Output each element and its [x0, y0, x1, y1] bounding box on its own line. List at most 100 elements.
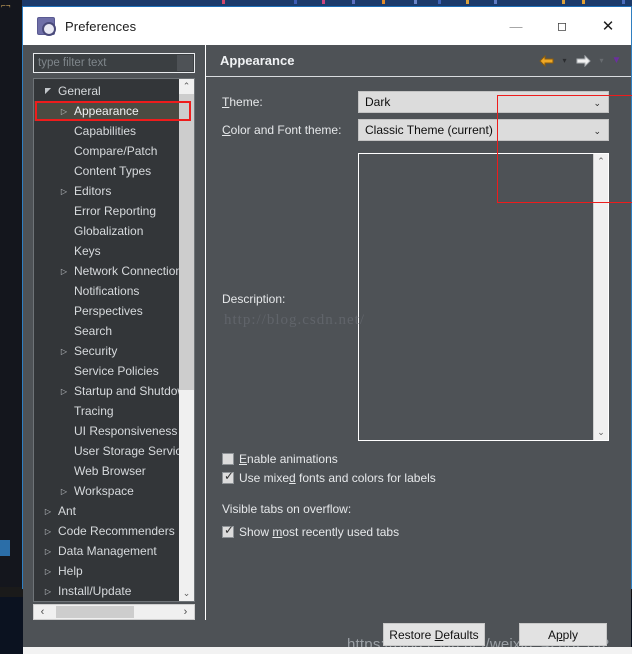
tree-vertical-scrollbar[interactable]: ⌃ ⌄	[179, 79, 194, 601]
expand-arrow-closed-icon[interactable]: ▷	[56, 387, 72, 396]
background-tab-marker	[382, 0, 385, 4]
chevron-down-icon[interactable]: ⌄	[593, 92, 601, 114]
expand-arrow-closed-icon[interactable]: ▷	[40, 527, 56, 536]
watermark-middle: http://blog.csdn.net/	[224, 312, 365, 328]
sidebar-item-workspace[interactable]: ▷ Workspace	[34, 481, 179, 501]
overflow-section-label: Visible tabs on overflow:	[222, 502, 352, 516]
sidebar-item-install-update[interactable]: ▷ Install/Update	[34, 581, 179, 601]
close-icon[interactable]: ✕	[585, 7, 631, 45]
background-tab-marker	[352, 0, 355, 4]
description-vertical-scrollbar[interactable]: ⌃ ⌄	[593, 154, 608, 440]
sidebar-item-label: Globalization	[74, 224, 144, 238]
expand-arrow-closed-icon[interactable]: ▷	[40, 547, 56, 556]
scroll-up-icon[interactable]: ⌃	[594, 154, 608, 169]
sidebar-item-label: UI Responsiveness Monitoring	[74, 424, 179, 438]
chevron-down-icon[interactable]: ⌄	[593, 120, 601, 142]
theme-select-value: Dark	[365, 95, 391, 109]
expand-arrow-closed-icon[interactable]: ▷	[56, 487, 72, 496]
sidebar-item-service-policies[interactable]: Service Policies	[34, 361, 179, 381]
sidebar-item-security[interactable]: ▷ Security	[34, 341, 179, 361]
sidebar-item-content-types[interactable]: Content Types	[34, 161, 179, 181]
minimize-button[interactable]: —	[493, 7, 539, 45]
view-menu-icon[interactable]: ▼	[610, 51, 623, 71]
sidebar-item-help[interactable]: ▷ Help	[34, 561, 179, 581]
use-mixed-fonts-checkbox[interactable]	[222, 469, 235, 484]
scroll-down-icon[interactable]: ⌄	[594, 425, 608, 440]
arrow-right-icon[interactable]	[573, 51, 593, 71]
sidebar-item-data-management[interactable]: ▷ Data Management	[34, 541, 179, 561]
sidebar-item-network-connections[interactable]: ▷ Network Connections	[34, 261, 179, 281]
sidebar-item-label: Editors	[74, 184, 112, 198]
background-tab-marker	[562, 0, 565, 4]
expand-arrow-closed-icon[interactable]: ▷	[40, 567, 56, 576]
sidebar-item-label: User Storage Service	[74, 444, 179, 458]
clear-filter-icon[interactable]	[177, 55, 193, 71]
sidebar-item-label: Compare/Patch	[74, 144, 158, 158]
forward-history-caret-icon[interactable]: ▾	[595, 51, 608, 71]
show-mru-tabs-row[interactable]: Show most recently used tabs	[222, 522, 632, 541]
preferences-tree[interactable]: ◢ General ▷ Appearance Capabilities Compare/P…	[33, 78, 195, 602]
restore-defaults-button[interactable]: Restore Defaults	[383, 623, 485, 646]
theme-description-content	[359, 154, 593, 440]
expand-arrow-closed-icon[interactable]: ▷	[56, 347, 72, 356]
sidebar-item-notifications[interactable]: Notifications	[34, 281, 179, 301]
sidebar-item-error-reporting[interactable]: Error Reporting	[34, 201, 179, 221]
sidebar-item-label: Keys	[74, 244, 101, 258]
apply-button[interactable]: Apply	[519, 623, 607, 646]
show-mru-tabs-label: Show most recently used tabs	[239, 524, 400, 539]
sidebar-item-search[interactable]: Search	[34, 321, 179, 341]
sidebar-item-label: Service Policies	[74, 364, 159, 378]
search-input[interactable]	[34, 54, 194, 72]
expand-arrow-closed-icon[interactable]: ▷	[40, 587, 56, 596]
sidebar-item-compare-patch[interactable]: Compare/Patch	[34, 141, 179, 161]
maximize-button[interactable]: ◻	[539, 7, 585, 45]
sidebar-item-perspectives[interactable]: Perspectives	[34, 301, 179, 321]
scroll-thumb-horizontal[interactable]	[56, 606, 134, 618]
color-font-theme-select-value: Classic Theme (current)	[365, 123, 493, 137]
back-history-caret-icon[interactable]: ▾	[558, 51, 571, 71]
sidebar-item-general[interactable]: ◢ General	[34, 81, 179, 101]
enable-animations-label: Enable animations	[239, 451, 338, 466]
dialog-body: ◢General▷AppearanceCapabilities Compare/P…	[23, 45, 632, 620]
enable-animations-row[interactable]: Enable animations	[222, 449, 632, 468]
background-tab-marker	[622, 0, 625, 4]
sidebar-item-editors[interactable]: ▷ Editors	[34, 181, 179, 201]
sidebar-item-ui-responsiveness-monitoring[interactable]: UI Responsiveness Monitoring	[34, 421, 179, 441]
filter-field-wrapper[interactable]	[33, 53, 195, 73]
sidebar-item-startup-and-shutdown[interactable]: ▷Startup and Shutdown	[34, 381, 179, 401]
color-font-theme-field-row: Color and Font theme: Classic Theme (cur…	[222, 119, 631, 141]
expand-arrow-closed-icon[interactable]: ▷	[56, 187, 72, 196]
enable-animations-checkbox[interactable]	[222, 452, 234, 465]
expand-arrow-closed-icon[interactable]: ▷	[56, 107, 72, 116]
show-mru-tabs-checkbox[interactable]	[222, 523, 235, 538]
tree-horizontal-scrollbar[interactable]: ‹ ›	[33, 604, 195, 620]
sidebar-item-capabilities[interactable]: Capabilities	[34, 121, 179, 141]
sidebar-item-keys[interactable]: Keys	[34, 241, 179, 261]
arrow-left-icon[interactable]	[536, 51, 556, 71]
sidebar-item-tracing[interactable]: Tracing	[34, 401, 179, 421]
sidebar-item-web-browser[interactable]: Web Browser	[34, 461, 179, 481]
scroll-left-icon[interactable]: ‹	[34, 605, 51, 619]
scroll-down-icon[interactable]: ⌄	[179, 586, 194, 601]
restore-defaults-label: Restore Defaults	[389, 627, 479, 642]
scroll-thumb[interactable]	[179, 94, 194, 390]
expand-arrow-closed-icon[interactable]: ▷	[56, 267, 72, 276]
color-font-theme-select[interactable]: Classic Theme (current) ⌄	[358, 119, 609, 141]
scroll-right-icon[interactable]: ›	[177, 605, 194, 619]
sidebar-item-code-recommenders[interactable]: ▷ Code Recommenders	[34, 521, 179, 541]
scroll-up-icon[interactable]: ⌃	[179, 79, 194, 94]
expand-arrow-closed-icon[interactable]: ▷	[40, 507, 56, 516]
theme-select[interactable]: Dark ⌄	[358, 91, 609, 113]
dialog-titlebar[interactable]: Preferences — ◻ ✕	[23, 7, 631, 45]
sidebar-item-label: Network Connections	[74, 264, 179, 278]
sidebar-item-user-storage-service[interactable]: User Storage Service	[34, 441, 179, 461]
scroll-track[interactable]	[594, 169, 608, 425]
sidebar-item-globalization[interactable]: Globalization	[34, 221, 179, 241]
theme-description-listbox[interactable]: ⌃ ⌄	[358, 153, 609, 441]
background-tab-marker	[322, 0, 325, 4]
sidebar-item-ant[interactable]: ▷ Ant	[34, 501, 179, 521]
use-mixed-fonts-row[interactable]: Use mixed fonts and colors for labels	[222, 468, 632, 487]
background-tab-marker	[414, 0, 417, 4]
expand-arrow-open-icon[interactable]: ◢	[40, 87, 56, 96]
sidebar-item-appearance[interactable]: ▷ Appearance	[34, 101, 179, 121]
